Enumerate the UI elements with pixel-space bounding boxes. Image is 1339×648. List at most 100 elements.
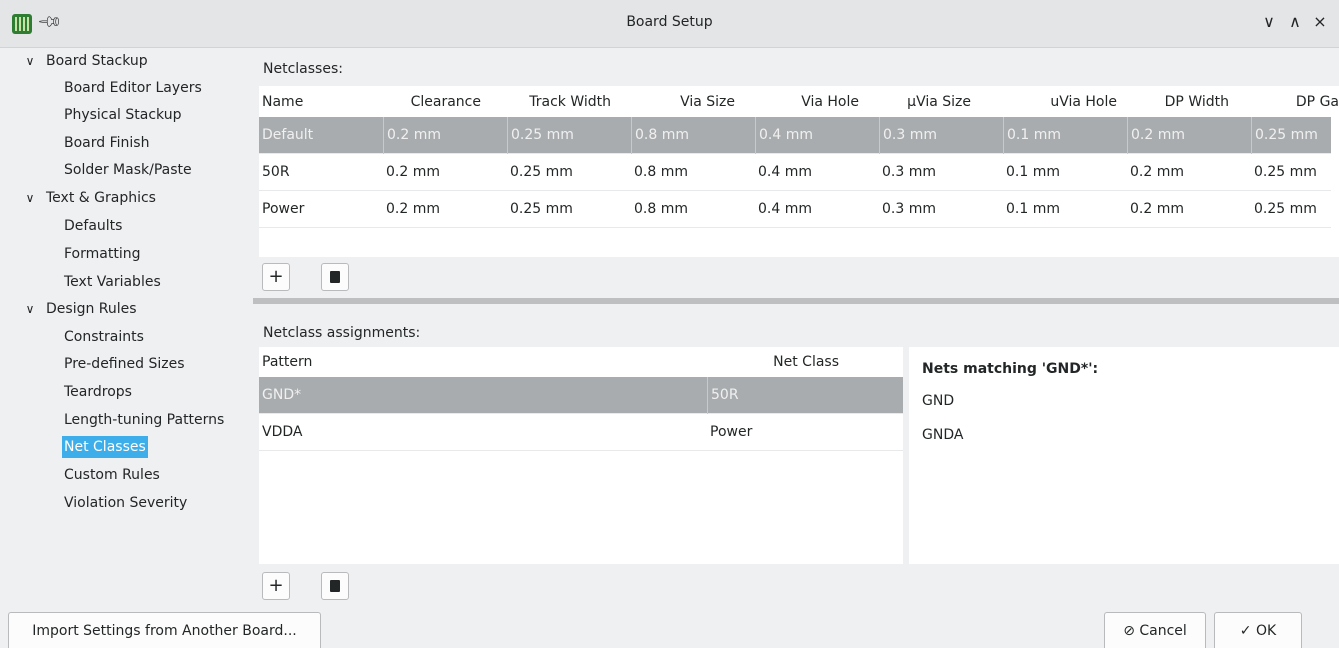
cancel-button[interactable]: ⊘ Cancel	[1104, 612, 1206, 648]
table-cell[interactable]: 0.2 mm	[383, 191, 507, 228]
trash-icon	[330, 580, 340, 592]
table-cell[interactable]: GND*	[259, 377, 707, 414]
cancel-label: Cancel	[1139, 623, 1187, 639]
ok-label: OK	[1255, 623, 1277, 639]
table-cell[interactable]: VDDA	[259, 414, 707, 451]
table-cell[interactable]: 0.8 mm	[631, 154, 755, 191]
close-icon[interactable]: ×	[1310, 12, 1330, 32]
nets-matching-panel: Nets matching 'GND*': GND GNDA	[909, 347, 1339, 564]
tree-item-violation-severity[interactable]: Violation Severity	[64, 490, 187, 516]
netclasses-grid-header: Name Clearance Track Width Via Size Via …	[259, 86, 1339, 118]
chevron-down-icon[interactable]: ∨	[22, 48, 38, 74]
trash-icon	[330, 271, 340, 283]
plus-icon: +	[268, 266, 284, 287]
window-title: Board Setup	[626, 14, 713, 30]
cancel-icon: ⊘	[1123, 623, 1135, 639]
assignments-grid-header: Pattern Net Class	[259, 347, 903, 377]
tree-item-text-variables[interactable]: Text Variables	[64, 269, 161, 295]
nets-matching-title: Nets matching 'GND*':	[922, 361, 1099, 377]
table-row[interactable]: Default 0.2 mm 0.25 mm 0.8 mm 0.4 mm 0.3…	[259, 117, 1331, 154]
plus-icon: +	[268, 575, 284, 596]
panel-splitter[interactable]	[253, 298, 1339, 304]
table-cell[interactable]: 0.25 mm	[1251, 117, 1331, 154]
table-cell[interactable]: 50R	[259, 154, 383, 191]
col-track-width-header[interactable]: Track Width	[507, 86, 611, 118]
col-clearance-header[interactable]: Clearance	[383, 86, 481, 118]
chevron-down-icon[interactable]: ∨	[22, 296, 38, 322]
delete-netclass-button[interactable]	[321, 263, 349, 291]
tree-item-constraints[interactable]: Constraints	[64, 324, 144, 350]
table-cell[interactable]: 0.25 mm	[507, 117, 631, 154]
table-cell[interactable]: 0.8 mm	[631, 117, 755, 154]
col-uvia-hole-header[interactable]: uVia Hole	[1003, 86, 1117, 118]
tree-item-solder-mask-paste[interactable]: Solder Mask/Paste	[64, 157, 192, 183]
table-cell[interactable]: 0.2 mm	[383, 117, 507, 154]
table-cell[interactable]: 0.25 mm	[1251, 191, 1331, 228]
col-dp-width-header[interactable]: DP Width	[1127, 86, 1229, 118]
col-name-header[interactable]: Name	[262, 86, 372, 118]
table-row[interactable]: VDDA Power	[259, 414, 903, 451]
table-cell[interactable]: 0.1 mm	[1003, 154, 1127, 191]
col-net-class-header[interactable]: Net Class	[707, 347, 839, 377]
tree-item-defaults[interactable]: Defaults	[64, 213, 122, 239]
minimize-icon[interactable]: ∨	[1259, 12, 1279, 32]
table-cell[interactable]: 0.1 mm	[1003, 117, 1127, 154]
delete-assignment-button[interactable]	[321, 572, 349, 600]
tree-item-formatting[interactable]: Formatting	[64, 241, 140, 267]
maximize-icon[interactable]: ∧	[1285, 12, 1305, 32]
table-cell[interactable]: 0.8 mm	[631, 191, 755, 228]
tree-item-length-tuning-patterns[interactable]: Length-tuning Patterns	[64, 407, 224, 433]
tree-item-teardrops[interactable]: Teardrops	[64, 379, 132, 405]
table-row[interactable]: 50R 0.2 mm 0.25 mm 0.8 mm 0.4 mm 0.3 mm …	[259, 154, 1331, 191]
assignments-grid[interactable]: Pattern Net Class GND* 50R VDDA Power	[259, 347, 903, 564]
table-cell[interactable]: 0.2 mm	[1127, 117, 1251, 154]
table-cell[interactable]: 0.3 mm	[879, 154, 1003, 191]
settings-tree: ∨ Board Stackup Board Editor Layers Physi…	[0, 48, 247, 604]
table-row[interactable]: Power 0.2 mm 0.25 mm 0.8 mm 0.4 mm 0.3 m…	[259, 191, 1331, 228]
net-classes-page: Netclasses: Name Clearance Track Width V…	[253, 48, 1339, 604]
table-cell[interactable]: 0.2 mm	[383, 154, 507, 191]
netclasses-label: Netclasses:	[263, 61, 343, 77]
table-cell[interactable]: 0.1 mm	[1003, 191, 1127, 228]
tree-item-physical-stackup[interactable]: Physical Stackup	[64, 102, 182, 128]
table-cell[interactable]: 0.4 mm	[755, 154, 879, 191]
assignments-label: Netclass assignments:	[263, 325, 421, 341]
col-dp-gap-header[interactable]: DP Ga	[1251, 86, 1339, 118]
col-via-hole-header[interactable]: Via Hole	[755, 86, 859, 118]
table-cell[interactable]: Power	[259, 191, 383, 228]
add-assignment-button[interactable]: +	[262, 572, 290, 600]
table-cell[interactable]: 0.25 mm	[507, 154, 631, 191]
col-via-size-header[interactable]: Via Size	[631, 86, 735, 118]
table-cell[interactable]: 0.3 mm	[879, 117, 1003, 154]
tree-item-predefined-sizes[interactable]: Pre-defined Sizes	[64, 351, 184, 377]
tree-group-text-graphics[interactable]: ∨ Text & Graphics	[22, 185, 156, 211]
table-cell[interactable]: Power	[707, 414, 903, 451]
tree-group-design-rules[interactable]: ∨ Design Rules	[22, 296, 137, 322]
tree-item-board-finish[interactable]: Board Finish	[64, 130, 149, 156]
import-settings-button[interactable]: Import Settings from Another Board...	[8, 612, 321, 648]
tree-item-net-classes[interactable]: Net Classes	[62, 434, 148, 460]
add-netclass-button[interactable]: +	[262, 263, 290, 291]
col-uvia-size-header[interactable]: µVia Size	[879, 86, 971, 118]
chevron-down-icon[interactable]: ∨	[22, 185, 38, 211]
table-cell[interactable]: 0.2 mm	[1127, 191, 1251, 228]
check-icon: ✓	[1239, 623, 1252, 639]
tree-group-board-stackup[interactable]: ∨ Board Stackup	[22, 48, 148, 74]
net-list-item: GND	[922, 393, 955, 409]
table-cell[interactable]: 0.4 mm	[755, 191, 879, 228]
net-list-item: GNDA	[922, 427, 964, 443]
tree-item-custom-rules[interactable]: Custom Rules	[64, 462, 160, 488]
table-row[interactable]: GND* 50R	[259, 377, 903, 414]
table-cell[interactable]: Default	[259, 117, 383, 154]
col-pattern-header[interactable]: Pattern	[262, 347, 702, 377]
table-cell[interactable]: 0.2 mm	[1127, 154, 1251, 191]
table-cell[interactable]: 0.25 mm	[1251, 154, 1331, 191]
table-cell[interactable]: 0.4 mm	[755, 117, 879, 154]
table-cell[interactable]: 0.25 mm	[507, 191, 631, 228]
table-cell[interactable]: 50R	[707, 377, 903, 414]
ok-button[interactable]: ✓ OK	[1214, 612, 1302, 648]
title-bar: 📌︎ Board Setup ∨ ∧ ×	[0, 0, 1339, 48]
tree-item-board-editor-layers[interactable]: Board Editor Layers	[64, 75, 202, 101]
netclasses-grid[interactable]: Name Clearance Track Width Via Size Via …	[259, 86, 1339, 257]
table-cell[interactable]: 0.3 mm	[879, 191, 1003, 228]
